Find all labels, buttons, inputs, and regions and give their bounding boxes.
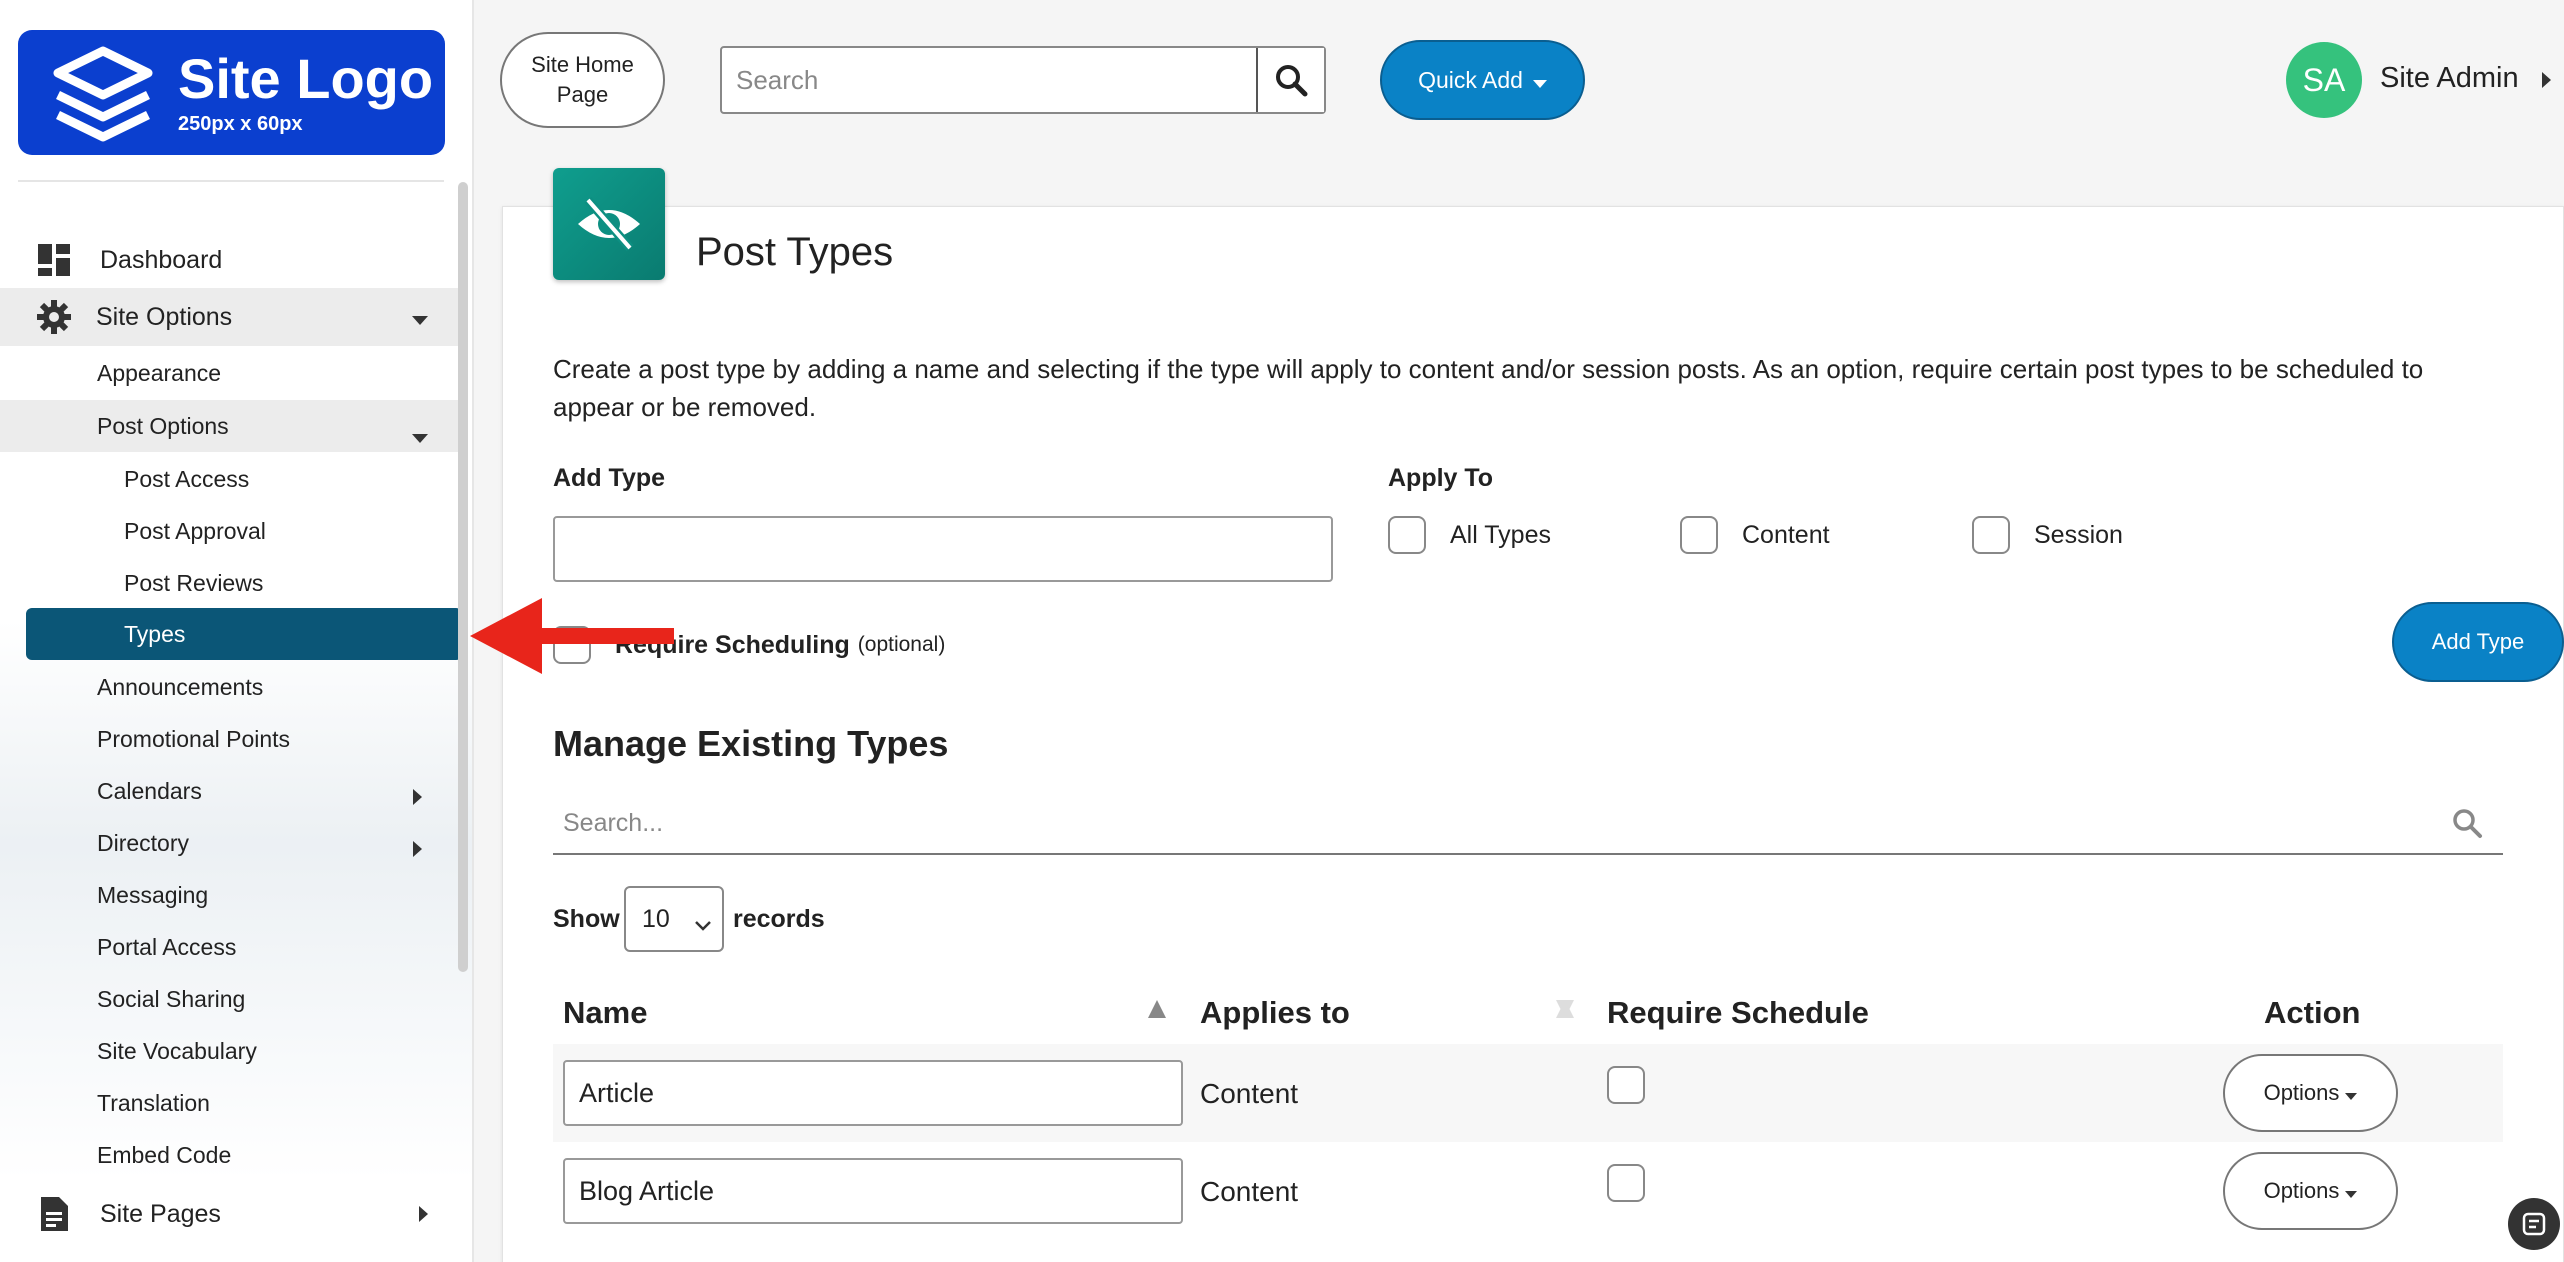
search-icon[interactable]: [2451, 807, 2483, 844]
user-name[interactable]: Site Admin: [2380, 62, 2519, 95]
sidebar-item-post-reviews[interactable]: Post Reviews: [0, 562, 460, 604]
sidebar-item-dashboard[interactable]: Dashboard: [0, 232, 460, 288]
sidebar-item-directory[interactable]: Directory: [0, 822, 460, 864]
table-row: Article Content Options: [553, 1044, 2503, 1142]
logo-title: Site Logo: [178, 47, 434, 110]
sidebar-item-label: Directory: [97, 829, 190, 856]
annotation-arrow-icon: [470, 598, 680, 679]
sidebar-item-translation[interactable]: Translation: [0, 1082, 460, 1124]
types-search-input[interactable]: [553, 795, 2403, 851]
apply-session-option[interactable]: Session: [1972, 516, 2123, 554]
apply-to-label: Apply To: [1388, 464, 1494, 492]
sidebar-item-label: Post Options: [97, 412, 229, 439]
eye-slash-icon: [553, 168, 665, 280]
content-checkbox[interactable]: [1680, 516, 1718, 554]
option-label: Content: [1742, 520, 1830, 549]
page-description: Create a post type by adding a name and …: [553, 354, 2424, 422]
add-type-label: Add Type: [553, 464, 666, 492]
apply-all-types-option[interactable]: All Types: [1388, 516, 1551, 554]
chevron-down-icon: [412, 422, 428, 449]
show-label: Show: [553, 905, 620, 933]
avatar[interactable]: SA: [2286, 42, 2362, 118]
options-button[interactable]: Options: [2223, 1054, 2398, 1132]
column-header-require-schedule: Require Schedule: [1607, 995, 1869, 1030]
page-title: Post Types: [696, 230, 894, 274]
sidebar-item-site-options[interactable]: Site Options: [0, 288, 460, 346]
records-per-page-select[interactable]: 10: [624, 886, 724, 952]
header-search: [720, 46, 1326, 114]
options-label: Options: [2263, 1080, 2340, 1105]
optional-label: (optional): [857, 633, 946, 656]
require-schedule-checkbox[interactable]: [1607, 1066, 1645, 1104]
sidebar-item-embed-code[interactable]: Embed Code: [0, 1134, 460, 1176]
column-header-name[interactable]: Name: [563, 995, 647, 1031]
sidebar-item-messaging[interactable]: Messaging: [0, 874, 460, 916]
document-icon: [34, 1194, 74, 1234]
add-type-button[interactable]: Add Type: [2392, 602, 2564, 682]
sort-ascending-icon[interactable]: [1146, 998, 1168, 1025]
quick-add-button[interactable]: Quick Add: [1380, 40, 1585, 120]
sidebar-item-post-approval[interactable]: Post Approval: [0, 510, 460, 552]
records-label: records: [733, 905, 825, 933]
type-name-input[interactable]: Blog Article: [563, 1158, 1183, 1224]
require-schedule-checkbox[interactable]: [1607, 1164, 1645, 1202]
sidebar-item-appearance[interactable]: Appearance: [0, 352, 460, 394]
sidebar: Site Logo 250px x 60px Dashboard Site Op…: [0, 0, 474, 1262]
applies-to-value: Content: [1200, 1078, 1299, 1109]
dashboard-icon: [34, 240, 74, 280]
gear-icon: [34, 297, 74, 337]
chevron-right-icon: [419, 1200, 428, 1229]
sidebar-item-social-sharing[interactable]: Social Sharing: [0, 978, 460, 1020]
records-value: 10: [642, 904, 670, 933]
options-button[interactable]: Options: [2223, 1152, 2398, 1230]
manage-existing-types-title: Manage Existing Types: [553, 723, 949, 764]
logo-layers-icon: [48, 43, 158, 143]
search-icon: [1276, 65, 1308, 97]
session-checkbox[interactable]: [1972, 516, 2010, 554]
sidebar-item-label: Site Options: [96, 302, 233, 331]
sidebar-item-announcements[interactable]: Announcements: [0, 666, 460, 708]
chevron-down-icon: [694, 910, 712, 939]
add-type-input[interactable]: [553, 516, 1333, 582]
sidebar-item-calendars[interactable]: Calendars: [0, 770, 460, 812]
option-label: All Types: [1450, 520, 1551, 549]
site-logo[interactable]: Site Logo 250px x 60px: [18, 30, 445, 155]
applies-to-value: Content: [1200, 1176, 1299, 1207]
apply-content-option[interactable]: Content: [1680, 516, 1830, 554]
sidebar-item-post-access[interactable]: Post Access: [0, 458, 460, 500]
option-label: Session: [2034, 520, 2123, 549]
sidebar-item-post-options[interactable]: Post Options: [0, 400, 460, 452]
sidebar-item-label: Calendars: [97, 777, 202, 804]
site-home-page-button[interactable]: Site Home Page: [500, 32, 665, 128]
chevron-right-icon[interactable]: [2542, 72, 2551, 93]
sort-icon[interactable]: [1554, 998, 1576, 1025]
quick-add-label: Quick Add: [1418, 66, 1523, 93]
chevron-down-icon: [1532, 67, 1547, 94]
sidebar-item-label: Dashboard: [100, 245, 223, 274]
all-types-checkbox[interactable]: [1388, 516, 1426, 554]
column-header-applies-to[interactable]: Applies to: [1200, 995, 1350, 1031]
chevron-down-icon: [2345, 1178, 2358, 1204]
sidebar-item-portal-access[interactable]: Portal Access: [0, 926, 460, 968]
chevron-down-icon: [2345, 1080, 2358, 1106]
chevron-right-icon: [413, 836, 422, 863]
table-row: Blog Article Content Options: [553, 1142, 2503, 1240]
sidebar-item-label: Site Pages: [100, 1199, 221, 1228]
sidebar-item-site-vocabulary[interactable]: Site Vocabulary: [0, 1030, 460, 1072]
search-input[interactable]: [722, 48, 1256, 112]
chevron-down-icon: [412, 303, 428, 332]
divider: [18, 180, 444, 182]
types-filter: [553, 795, 2503, 855]
sidebar-item-types[interactable]: Types: [26, 608, 462, 660]
search-button[interactable]: [1256, 48, 1324, 112]
sidebar-item-promotional-points[interactable]: Promotional Points: [0, 718, 460, 760]
sidebar-scrollbar[interactable]: [458, 182, 468, 972]
type-name-input[interactable]: Article: [563, 1060, 1183, 1126]
logo-subtitle: 250px x 60px: [178, 113, 303, 135]
options-label: Options: [2263, 1178, 2340, 1203]
feedback-icon[interactable]: [2508, 1198, 2560, 1250]
chevron-right-icon: [413, 784, 422, 811]
sidebar-item-site-pages[interactable]: Site Pages: [0, 1186, 460, 1242]
column-header-action: Action: [2264, 995, 2361, 1030]
